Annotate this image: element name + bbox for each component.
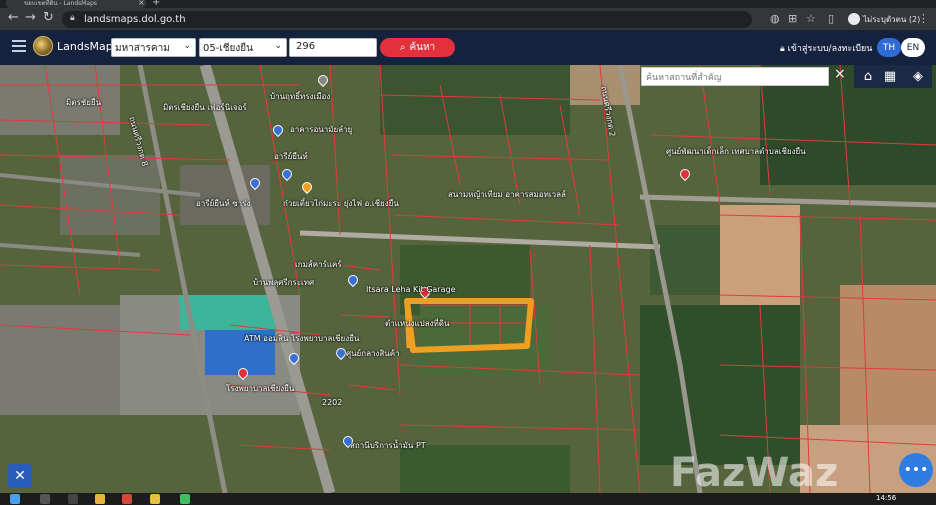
district-select[interactable]: 05-เชียงยืน ⌄: [199, 38, 287, 57]
file-explorer-icon[interactable]: [95, 494, 105, 504]
app-icon[interactable]: [150, 494, 160, 504]
menu-icon[interactable]: [12, 40, 26, 52]
map-label: สถานีบริการน้ำมัน PT: [350, 441, 426, 450]
search-icon[interactable]: [40, 494, 50, 504]
task-view-icon[interactable]: [68, 494, 78, 504]
place-search-input[interactable]: [641, 67, 829, 86]
chevron-down-icon: ⌄: [183, 41, 191, 51]
bookmark-star-icon[interactable]: ☆: [806, 12, 816, 25]
map-label: บ้านฤทธิ์ทรงเมือง: [270, 92, 331, 101]
back-icon[interactable]: ←: [8, 10, 19, 25]
browser-tab[interactable]: ขอบเขตที่ดิน - LandsMaps ×: [6, 0, 146, 8]
district-value: 05-เชียงยืน: [203, 43, 253, 54]
map-label: มิตรเชียงยืน เฟอร์นิเจอร์: [163, 103, 247, 112]
new-tab-icon[interactable]: +: [152, 0, 160, 8]
layers-icon[interactable]: ◈: [904, 65, 932, 88]
browser-tab-bar: ขอบเขตที่ดิน - LandsMaps × +: [0, 0, 936, 8]
grid-icon[interactable]: ▦: [876, 65, 904, 88]
map-label: สนามหญ้าเทียม อาคารสมอทเวลล์: [448, 190, 566, 199]
parcel-number-input[interactable]: 296: [289, 38, 377, 57]
map-label: เกมส์คาร์แคร์: [295, 260, 342, 269]
map-label: ศูนย์กลางสินค้า: [346, 349, 400, 358]
parcel-location-label: ตำแหน่งแปลงที่ดิน: [385, 319, 450, 328]
chat-icon[interactable]: •••: [899, 453, 933, 487]
map-label: ศูนย์พัฒนาเด็กเล็ก เทศบาลตำบลเชียงยืน: [666, 147, 806, 156]
login-label: เข้าสู่ระบบ/ลงทะเบียน: [787, 44, 873, 54]
address-bar[interactable]: 🔒︎ landsmaps.dol.go.th: [62, 11, 752, 28]
search-button-label: ค้นหา: [409, 42, 436, 53]
browser-toolbar: ← → ↻ 🔒︎ landsmaps.dol.go.th ◍ ⊞ ☆ ▯ ไม่…: [0, 8, 936, 30]
brand-name: LandsMaps: [57, 40, 119, 53]
map-label: มิตรชัยยืน: [66, 98, 102, 107]
satellite-map[interactable]: × ⌂ ▦ ◈ มิตรชัยยืน มิตรเชียงยืน เฟอร์นิเ…: [0, 65, 936, 493]
map-label: โรงพยาบาลเชียงยืน: [226, 384, 295, 393]
forward-icon[interactable]: →: [25, 10, 36, 25]
profile-label: ไม่ระบุตัวตน (2): [863, 14, 921, 24]
map-label: อารีย์ยืนห์ ซาร่ง: [196, 199, 251, 208]
province-value: มหาสารคาม: [115, 43, 170, 54]
reload-icon[interactable]: ↻: [43, 10, 54, 25]
measure-tool-icon[interactable]: ✕: [8, 464, 32, 488]
dol-logo: [33, 36, 53, 56]
incognito-extension-icon[interactable]: ◍: [770, 12, 780, 25]
search-button[interactable]: ⌕ ค้นหา: [380, 38, 455, 57]
url-text: landsmaps.dol.go.th: [84, 14, 186, 25]
translate-icon[interactable]: ⊞: [788, 12, 797, 25]
map-label: อารีย์ยืนห์: [274, 152, 308, 161]
province-select[interactable]: มหาสารคาม ⌄: [111, 38, 196, 57]
lang-en-button[interactable]: EN: [901, 38, 925, 57]
chrome-icon[interactable]: [122, 494, 132, 504]
tab-close-icon[interactable]: ×: [138, 0, 145, 7]
line-app-icon[interactable]: [180, 494, 190, 504]
fazwaz-watermark: FazWaz: [670, 450, 839, 493]
side-panel-icon[interactable]: ▯: [828, 12, 834, 25]
clear-search-icon[interactable]: ×: [834, 66, 846, 82]
os-taskbar: 14:56: [0, 493, 936, 505]
map-label: ก๋วยเตี๋ยวไก่มะระ ยุ่งไฟ อ.เชียงยืน: [283, 199, 399, 208]
chevron-down-icon: ⌄: [274, 41, 282, 51]
map-label: อาคารอนามัยลำยู: [290, 125, 353, 134]
windows-start-icon[interactable]: [10, 494, 20, 504]
road-number-label: 2202: [322, 398, 343, 407]
browser-menu-icon[interactable]: ⋮: [918, 12, 929, 25]
login-link[interactable]: 🔒︎ เข้าสู่ระบบ/ลงทะเบียน: [780, 41, 872, 55]
lock-icon: 🔒︎: [780, 44, 785, 54]
search-icon: ⌕: [399, 42, 406, 53]
lock-icon[interactable]: 🔒︎: [70, 13, 75, 23]
map-label: ATM ออมสิน โรงพยาบาลเชียงยืน: [244, 334, 360, 343]
avatar: [848, 13, 860, 25]
tab-title: ขอบเขตที่ดิน - LandsMaps: [24, 0, 98, 7]
app-header: LandsMaps มหาสารคาม ⌄ 05-เชียงยืน ⌄ 296 …: [0, 30, 936, 65]
map-label: Itsara Leha Kit Garage: [366, 285, 456, 294]
taskbar-clock: 14:56: [876, 494, 897, 502]
map-label: บ้านพลุศรีกระเทศ: [253, 278, 315, 287]
profile-button[interactable]: ไม่ระบุตัวตน (2): [846, 11, 926, 27]
lang-th-button[interactable]: TH: [877, 38, 901, 57]
